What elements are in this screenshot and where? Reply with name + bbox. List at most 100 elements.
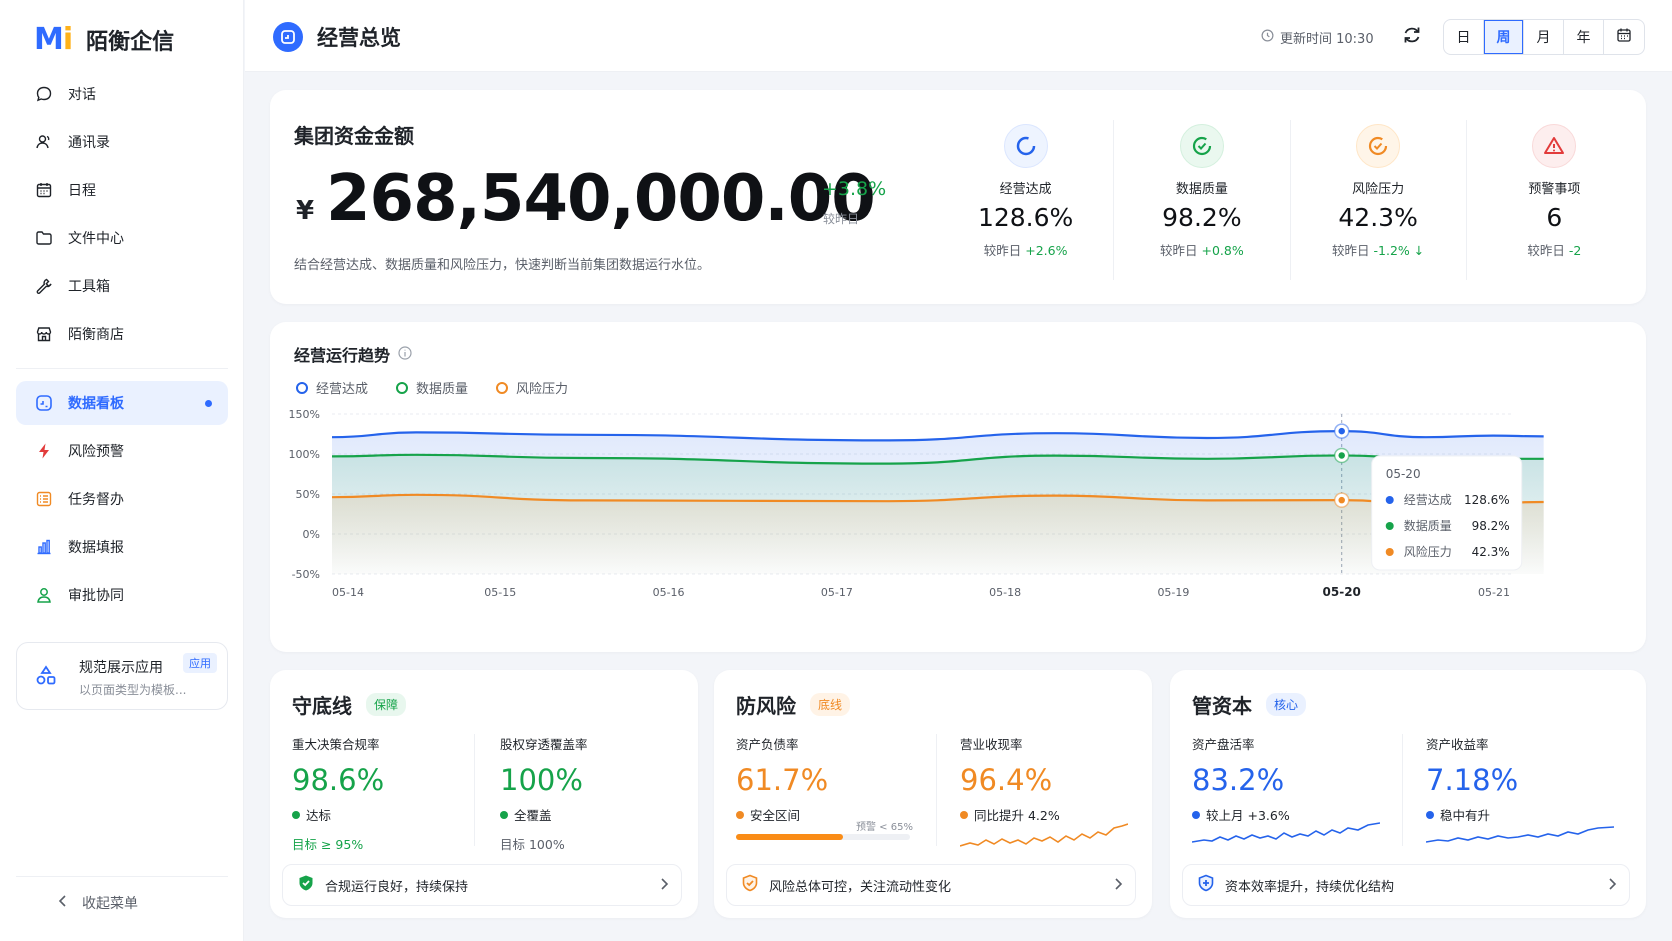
tooltip-swatch: [1385, 522, 1394, 530]
calendar-picker-button[interactable]: [1604, 20, 1644, 54]
x-tick-label: 05-21: [1478, 586, 1510, 599]
compliance-footer-link[interactable]: 合规运行良好，持续保持: [282, 864, 682, 906]
app-card-tag: 应用: [183, 653, 217, 673]
metric-asset-return: 资产收益率 7.18% 稳中有升: [1426, 734, 1518, 824]
kpi-risk-pressure[interactable]: 风险压力 42.3% 较昨日 -1.2% ↓: [1289, 120, 1466, 280]
bottom-card-title: 防风险 底线: [736, 690, 851, 719]
bottom-card-title-text: 防风险: [736, 694, 796, 718]
tooltip-swatch: [1385, 548, 1394, 556]
brand-name: 陌衡企信: [86, 29, 175, 55]
y-tick-label: 50%: [296, 488, 320, 501]
kpi-warnings[interactable]: 预警事项 6 较昨日 -2: [1465, 120, 1642, 280]
kpi-label: 经营达成: [999, 182, 1052, 197]
metric-cash-collection: 营业收现率 96.4% 同比提升 4.2%: [960, 734, 1060, 824]
sidebar-item-store[interactable]: 陌衡商店: [16, 312, 228, 356]
legend-item[interactable]: 数据质量: [396, 378, 468, 397]
summary-card: 集团资金金额 ¥ 268,540,000.00 +3.8% 较昨日 结合经营达成…: [270, 90, 1646, 304]
collapse-menu-label: 收起菜单: [82, 896, 138, 912]
bottom-card-title: 管资本 核心: [1192, 690, 1307, 719]
x-tick-label: 05-20: [1323, 585, 1361, 599]
shield-plus-icon: [1197, 874, 1215, 896]
sidebar-item-label: 陌衡商店: [68, 327, 124, 343]
risk-footer-link[interactable]: 风险总体可控，关注流动性变化: [726, 864, 1136, 906]
sidebar-item-bar-chart[interactable]: 数据填报: [16, 525, 228, 569]
wrench-icon: [34, 276, 54, 296]
kpi-operating-achievement[interactable]: 经营达成 128.6% 较昨日 +2.6%: [938, 120, 1113, 280]
store-icon: [34, 324, 54, 344]
metric-value: 96.4%: [960, 763, 1053, 797]
kpi-delta: 较昨日 -2: [1527, 243, 1582, 258]
sidebar-item-calendar[interactable]: 日程: [16, 168, 228, 212]
lightning-icon: [34, 441, 54, 461]
capital-footer-link[interactable]: 资本效率提升，持续优化结构: [1182, 864, 1630, 906]
sidebar-item-label: 数据填报: [68, 540, 124, 556]
legend-item[interactable]: 风险压力: [496, 378, 568, 397]
sidebar-item-label: 通讯录: [68, 135, 110, 151]
metric-target: 目标 ≥ 95%: [292, 837, 364, 852]
dashboard-icon: [34, 393, 54, 413]
bar-chart-icon: [34, 537, 54, 557]
x-tick-label: 05-19: [1157, 586, 1189, 599]
update-time: 更新时间 10:30: [1261, 28, 1374, 47]
app-card[interactable]: 规范展示应用 以页面类型为模板... 应用: [16, 642, 228, 710]
sidebar-item-folder[interactable]: 文件中心: [16, 216, 228, 260]
divider: [474, 734, 475, 846]
period-day[interactable]: 日: [1444, 20, 1484, 54]
apps-icon: [35, 665, 57, 691]
metric-value: 100%: [500, 763, 583, 797]
footer-text: 资本效率提升，持续优化结构: [1225, 879, 1395, 895]
kpi-delta: 较昨日 -1.2% ↓: [1332, 243, 1425, 258]
sidebar-item-user[interactable]: 审批协同: [16, 573, 228, 617]
x-tick-label: 05-14: [332, 586, 364, 599]
legend-swatch: [396, 381, 409, 394]
user-icon: [34, 585, 54, 605]
page-title: 经营总览: [317, 26, 401, 50]
sidebar-item-dashboard[interactable]: 数据看板: [16, 381, 228, 425]
info-icon[interactable]: [398, 345, 412, 364]
summary-description: 结合经营达成、数据质量和风险压力，快速判断当前集团数据运行水位。: [294, 258, 711, 273]
tooltip-date: 05-20: [1386, 467, 1421, 481]
brand-logo: Mi: [34, 22, 73, 57]
chat-icon: [34, 84, 54, 104]
trend-card: 经营运行趋势 经营达成 数据质量 风险压力 150% 100% 50% 0% -50% 0…: [270, 322, 1646, 652]
kpi-label: 数据质量: [1175, 182, 1228, 197]
refresh-icon[interactable]: [1401, 24, 1423, 50]
sidebar-item-tasks[interactable]: 任务督办: [16, 477, 228, 521]
sidebar-nav: 对话通讯录日程文件中心工具箱陌衡商店数据看板 风险预警 任务督办数据填报审批协同: [16, 72, 228, 621]
total-amount: 268,540,000.00: [326, 162, 876, 236]
period-week[interactable]: 周: [1484, 20, 1524, 54]
x-tick-label: 05-16: [653, 586, 685, 599]
sidebar-item-label: 日程: [68, 183, 96, 199]
check-circle-icon: [1179, 124, 1224, 168]
metric-value: 7.18%: [1426, 763, 1519, 797]
asset-return-sparkline: [1426, 826, 1614, 843]
tooltip-label: 数据质量: [1404, 518, 1452, 533]
legend-item[interactable]: 经营达成: [296, 378, 368, 397]
x-tick-label: 05-15: [484, 586, 516, 599]
collapse-menu-button[interactable]: 收起菜单: [16, 876, 228, 913]
bottom-card-badge: 底线: [810, 693, 851, 716]
brand[interactable]: Mi 陌衡企信: [34, 22, 174, 57]
chevron-right-icon: [1607, 877, 1617, 895]
period-month[interactable]: 月: [1524, 20, 1564, 54]
sidebar-item-chat[interactable]: 对话: [16, 72, 228, 116]
metric-label: 资产收益率: [1426, 737, 1489, 752]
sidebar-item-lightning[interactable]: 风险预警: [16, 429, 228, 473]
sidebar-item-contacts[interactable]: 通讯录: [16, 120, 228, 164]
warning-triangle-icon: [1532, 124, 1577, 168]
kpi-value: 6: [1546, 203, 1563, 232]
sidebar-item-label: 工具箱: [68, 279, 110, 295]
sidebar-item-wrench[interactable]: 工具箱: [16, 264, 228, 308]
x-tick-label: 05-18: [989, 586, 1021, 599]
period-year[interactable]: 年: [1564, 20, 1604, 54]
tooltip-swatch: [1385, 496, 1394, 504]
kpi-label: 预警事项: [1528, 182, 1581, 197]
trend-chart[interactable]: 150% 100% 50% 0% -50% 05-14 05-15 05-16 05-17 05-…: [270, 402, 1646, 642]
debt-ratio-bar-fill: [736, 834, 844, 840]
metric-value: 61.7%: [736, 763, 829, 797]
tooltip-label: 风险压力: [1404, 544, 1452, 559]
series-area: [332, 494, 1544, 574]
kpi-data-quality[interactable]: 数据质量 98.2% 较昨日 +0.8%: [1113, 120, 1289, 280]
kpi-value: 42.3%: [1338, 203, 1418, 232]
legend-label: 风险压力: [516, 382, 569, 397]
